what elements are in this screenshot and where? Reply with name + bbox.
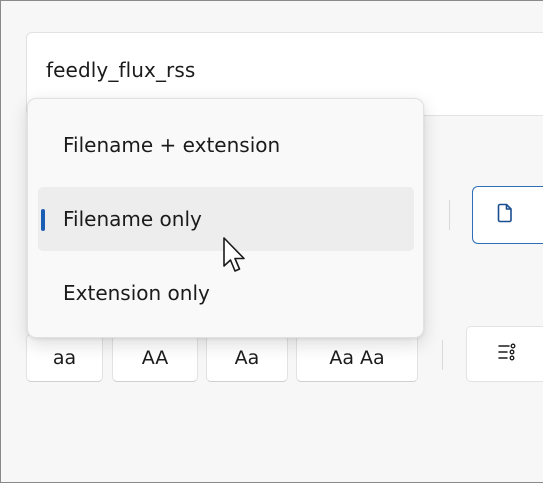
toolbar-divider <box>449 200 450 230</box>
capitalize-words-button[interactable]: Aa Aa <box>296 334 418 382</box>
option-filename-extension[interactable]: Filename + extension <box>38 113 414 177</box>
mouse-pointer-icon <box>221 236 251 276</box>
capitalize-words-label: Aa Aa <box>329 347 385 369</box>
option-extension-only-label: Extension only <box>63 281 210 305</box>
file-icon <box>497 203 513 227</box>
case-divider <box>442 340 443 370</box>
rename-part-dropdown: Filename + extension Filename only Exten… <box>27 98 424 338</box>
uppercase-label: AA <box>141 347 169 369</box>
lowercase-label: aa <box>52 347 77 369</box>
lowercase-button[interactable]: aa <box>26 334 103 382</box>
uppercase-button[interactable]: AA <box>112 334 198 382</box>
capitalize-first-label: Aa <box>234 347 260 369</box>
capitalize-first-button[interactable]: Aa <box>206 334 288 382</box>
selection-indicator <box>41 209 45 231</box>
search-input-value: feedly_flux_rss <box>46 58 196 82</box>
list-settings-button[interactable] <box>466 326 543 382</box>
file-button[interactable] <box>472 186 543 244</box>
option-filename-extension-label: Filename + extension <box>63 133 281 157</box>
option-filename-only-label: Filename only <box>63 207 202 231</box>
list-settings-icon <box>497 342 517 366</box>
